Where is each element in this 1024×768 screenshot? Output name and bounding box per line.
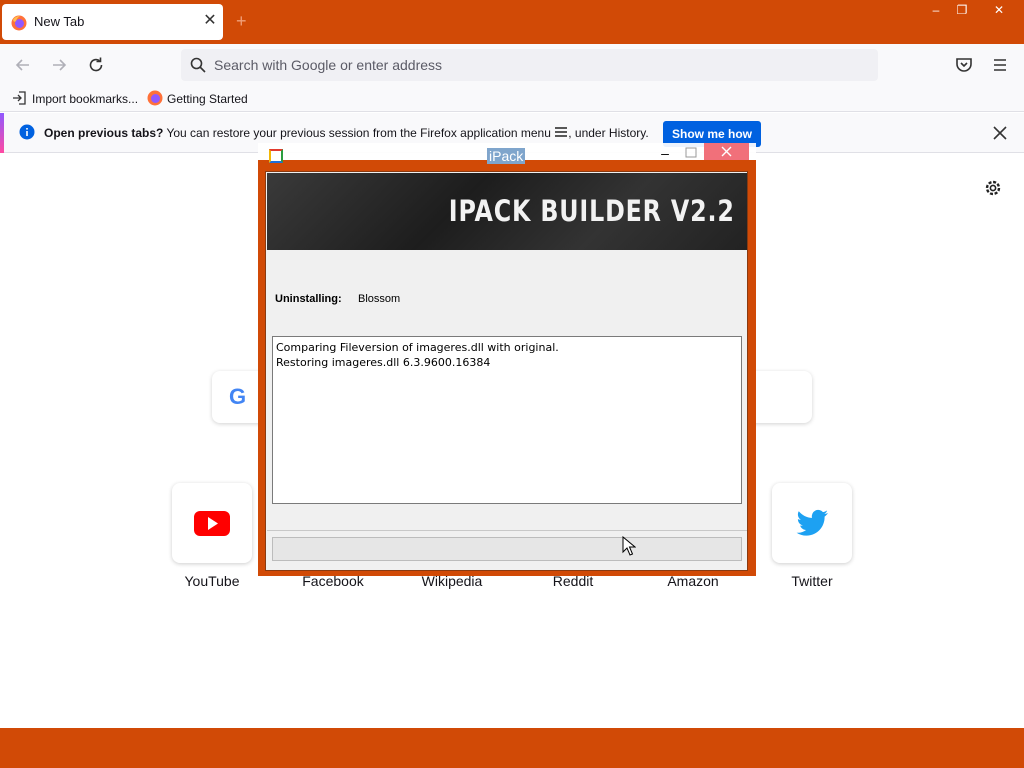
reload-icon[interactable]: [85, 54, 107, 76]
firefox-icon: [147, 90, 163, 106]
back-arrow-icon[interactable]: [12, 54, 34, 76]
log-textbox[interactable]: Comparing Fileversion of imageres.dll wi…: [272, 336, 742, 504]
youtube-icon: [194, 511, 230, 536]
import-icon: [13, 91, 26, 105]
tab-title: New Tab: [34, 14, 85, 29]
bookmark-getting-started-label: Getting Started: [167, 92, 248, 106]
log-line: Restoring imageres.dll 6.3.9600.16384: [276, 356, 491, 369]
firefox-icon: [11, 15, 27, 31]
google-icon: G: [229, 385, 253, 409]
log-line: Comparing Fileversion of imageres.dll wi…: [276, 341, 559, 354]
bookmark-import-label: Import bookmarks...: [32, 92, 139, 106]
top-site-label[interactable]: YouTube: [152, 573, 272, 589]
info-icon: [19, 124, 35, 140]
dialog-minimize-button[interactable]: –: [658, 146, 672, 160]
uninstalling-label: Uninstalling:: [275, 293, 342, 305]
banner-title: IPACK BUILDER V2.2: [449, 194, 735, 228]
tab-new-tab[interactable]: New Tab ✕: [2, 4, 223, 40]
search-icon: [190, 57, 206, 73]
dialog-body: IPACK BUILDER V2.2 Uninstalling: Blossom…: [265, 171, 748, 571]
ipack-dialog: iPack – IPACK BUILDER V2.2 Uninstalling:…: [258, 143, 756, 576]
window-close-button[interactable]: ✕: [974, 0, 1024, 20]
notification-accent-stripe: [0, 113, 4, 153]
new-tab-button[interactable]: +: [236, 12, 247, 30]
notification-text: You can restore your previous session fr…: [163, 126, 555, 140]
pocket-icon[interactable]: [953, 54, 975, 76]
app-icon: [269, 149, 283, 163]
top-site-label[interactable]: Twitter: [752, 573, 872, 589]
taskbar: [0, 728, 1024, 768]
divider: [267, 530, 747, 531]
bookmarks-toolbar: Import bookmarks... Getting Started: [0, 86, 1024, 112]
progress-bar: [272, 537, 742, 561]
notification-message: Open previous tabs? You can restore your…: [44, 126, 649, 140]
hamburger-menu-icon: [555, 127, 568, 137]
bookmark-getting-started[interactable]: Getting Started: [147, 90, 248, 108]
top-site-twitter[interactable]: [772, 483, 852, 563]
notification-text-end: , under History.: [568, 126, 649, 140]
dialog-maximize-icon[interactable]: [684, 146, 698, 160]
notification-title: Open previous tabs?: [44, 126, 164, 140]
gear-icon[interactable]: [983, 178, 1003, 198]
tab-bar: New Tab ✕ + – ❐ ✕: [0, 0, 1024, 44]
navigation-toolbar: [0, 44, 1024, 86]
ipack-banner: IPACK BUILDER V2.2: [267, 173, 747, 250]
tab-close-icon[interactable]: ✕: [202, 12, 218, 30]
forward-arrow-icon[interactable]: [48, 54, 70, 76]
bookmark-import[interactable]: Import bookmarks...: [12, 90, 138, 108]
google-icon-letter: G: [229, 384, 247, 409]
address-input[interactable]: [214, 55, 814, 75]
close-icon: [721, 146, 732, 157]
mouse-cursor-icon: [622, 536, 636, 556]
top-site-youtube[interactable]: [172, 483, 252, 563]
hamburger-menu-icon[interactable]: [989, 54, 1011, 76]
dialog-title: iPack: [487, 148, 526, 164]
close-icon[interactable]: [990, 123, 1010, 143]
url-bar[interactable]: [181, 49, 878, 81]
dialog-close-button[interactable]: [704, 143, 749, 160]
twitter-icon: [796, 509, 828, 536]
uninstalling-value: Blossom: [358, 293, 401, 305]
